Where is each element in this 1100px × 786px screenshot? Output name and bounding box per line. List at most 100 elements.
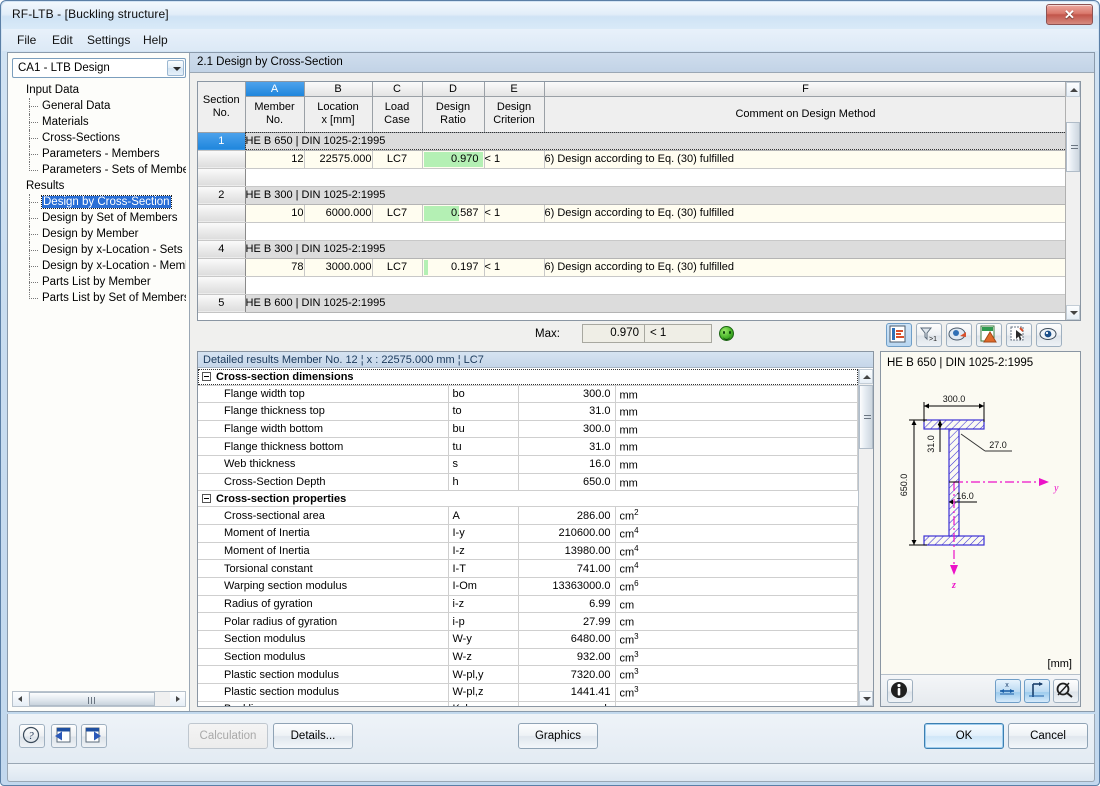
tree-item-input-data[interactable]: Input Data (12, 82, 186, 98)
scroll-left-icon[interactable] (13, 692, 28, 706)
tree-item-parts-list-by-set-of-members[interactable]: Parts List by Set of Members (12, 290, 186, 306)
table-section-row[interactable]: 5 HE B 600 | DIN 1025-2:1995 (198, 294, 1067, 313)
dimension-x-icon[interactable]: x (995, 679, 1021, 703)
next-icon[interactable] (81, 724, 107, 748)
tree-item-design-by-member[interactable]: Design by Member (12, 226, 186, 242)
detail-row[interactable]: Torsional constant I-T 741.00 cm4 (198, 559, 858, 579)
cross-section-toolbar: x (881, 674, 1080, 706)
tree-item-design-by-x-location-sets[interactable]: Design by x-Location - Sets of Members (12, 242, 186, 258)
scroll-down-icon[interactable] (859, 691, 873, 706)
tree-label: Input Data (26, 84, 80, 96)
details-button[interactable]: Details... (273, 723, 353, 749)
detail-row[interactable]: Moment of Inertia I-y 210600.00 cm4 (198, 524, 858, 543)
tree-item-parts-list-by-member[interactable]: Parts List by Member (12, 274, 186, 290)
detail-row[interactable]: Flange thickness top to 31.0 mm (198, 402, 858, 421)
view-eye-icon[interactable] (1036, 323, 1062, 347)
scrollbar-thumb[interactable] (1066, 122, 1080, 172)
detail-row[interactable]: Buckling curveKsl-zb (198, 701, 858, 706)
table-empty-row[interactable] (198, 168, 1068, 187)
tree-item-general-data[interactable]: General Data (12, 98, 186, 114)
scroll-up-icon[interactable] (859, 369, 873, 384)
export-excel-icon[interactable] (976, 323, 1002, 347)
table-empty-row[interactable] (198, 222, 1068, 241)
tree-item-design-by-x-location-members[interactable]: Design by x-Location - Members (12, 258, 186, 274)
table-vertical-scrollbar[interactable] (1065, 82, 1080, 320)
detail-label: Moment of Inertia (198, 542, 449, 561)
scroll-up-icon[interactable] (1066, 82, 1080, 97)
detail-group-row[interactable]: Cross-section dimensions (198, 369, 858, 386)
table-row[interactable]: 12 22575.000 LC7 0.970 < 1 6) Design acc… (198, 150, 1068, 169)
detail-label: Cross-sectional area (198, 506, 449, 526)
column-letter-a[interactable]: A (245, 82, 305, 97)
menu-item-settings[interactable]: Settings (82, 32, 135, 48)
menu-item-file[interactable]: File (12, 32, 41, 48)
detail-row[interactable]: Cross-sectional area A 286.00 cm2 (198, 506, 858, 526)
tree-item-parameters-members[interactable]: Parameters - Members (12, 146, 186, 162)
detail-symbol: W-y (448, 630, 519, 649)
detail-row[interactable]: Cross-Section Depth h 650.0 mm (198, 473, 858, 492)
result-diagram-icon[interactable] (886, 323, 912, 347)
design-case-combobox[interactable]: CA1 - LTB Design (12, 58, 186, 78)
close-button[interactable]: ✕ (1046, 4, 1093, 25)
tree-item-results[interactable]: Results (12, 178, 186, 194)
detail-row[interactable]: Plastic section modulus W-pl,y 7320.00 cm3 (198, 665, 858, 684)
tree-item-design-by-set-of-members[interactable]: Design by Set of Members (12, 210, 186, 226)
detail-group-row[interactable]: Cross-section properties (198, 490, 858, 508)
detail-value: 6480.00 (518, 630, 616, 649)
table-empty-row[interactable] (198, 276, 1068, 295)
cell-design-criterion: < 1 (484, 150, 545, 169)
detail-row[interactable]: Moment of Inertia I-z 13980.00 cm4 (198, 542, 858, 561)
scrollbar-thumb[interactable] (29, 692, 155, 706)
detail-row[interactable]: Plastic section modulus W-pl,z 1441.41 cm3 (198, 683, 858, 702)
detail-symbol: bu (448, 420, 519, 439)
scroll-right-icon[interactable] (170, 692, 185, 706)
tree-item-parameters-sets-of-members[interactable]: Parameters - Sets of Members (12, 162, 186, 178)
column-letter-d[interactable]: D (422, 82, 485, 97)
menu-item-edit[interactable]: Edit (47, 32, 78, 48)
column-letter-b[interactable]: B (304, 82, 373, 97)
tree-item-design-by-cross-section[interactable]: Design by Cross-Section (12, 194, 186, 210)
navigation-horizontal-scrollbar[interactable] (12, 691, 186, 707)
axes-icon[interactable] (1024, 679, 1050, 703)
cancel-button[interactable]: Cancel (1008, 723, 1088, 749)
detail-row[interactable]: Section modulus W-y 6480.00 cm3 (198, 630, 858, 649)
table-section-row[interactable]: 1 HE B 650 | DIN 1025-2:1995 (198, 132, 1067, 151)
help-icon[interactable]: ? (19, 724, 45, 748)
detail-row[interactable]: Flange thickness bottom tu 31.0 mm (198, 437, 858, 457)
column-letter-e[interactable]: E (484, 82, 545, 97)
table-row[interactable]: 10 6000.000 LC7 0.587 < 1 6) Design acco… (198, 204, 1068, 223)
graphics-button[interactable]: Graphics (518, 723, 598, 749)
detail-row[interactable]: Flange width top bo 300.0 mm (198, 385, 858, 404)
detail-row[interactable]: Web thickness s 16.0 mm (198, 455, 858, 474)
previous-icon[interactable] (51, 724, 77, 748)
table-section-row[interactable]: 2 HE B 300 | DIN 1025-2:1995 (198, 186, 1067, 205)
selection-icon[interactable] (1006, 323, 1032, 347)
column-letter-f[interactable]: F (544, 82, 1068, 97)
filter-icon[interactable]: >1 (916, 323, 942, 347)
section-name: HE B 300 | DIN 1025-2:1995 (245, 186, 1067, 205)
tree-item-cross-sections[interactable]: Cross-Sections (12, 130, 186, 146)
detail-row[interactable]: Polar radius of gyration i-p 27.99 cm (198, 612, 858, 632)
scroll-down-icon[interactable] (1066, 305, 1080, 320)
detail-row[interactable]: Warping section modulus I-Om 13363000.0 cm6 (198, 577, 858, 596)
detail-row[interactable]: Radius of gyration i-z 6.99 cm (198, 595, 858, 614)
chevron-down-icon[interactable] (167, 60, 184, 76)
detail-row[interactable]: Flange width bottom bu 300.0 mm (198, 420, 858, 439)
tree-item-materials[interactable]: Materials (12, 114, 186, 130)
visibility-icon[interactable] (946, 323, 972, 347)
detail-row[interactable]: Section modulus W-z 932.00 cm3 (198, 648, 858, 667)
menu-item-help[interactable]: Help (138, 32, 173, 48)
table-row[interactable]: 78 3000.000 LC7 0.197 < 1 6) Design acco… (198, 258, 1068, 277)
section-name: HE B 650 | DIN 1025-2:1995 (245, 132, 1067, 151)
table-section-row[interactable]: 4 HE B 300 | DIN 1025-2:1995 (198, 240, 1067, 259)
collapse-icon[interactable] (202, 494, 211, 504)
unit-exp: 4 (634, 561, 639, 571)
collapse-icon[interactable] (202, 372, 211, 381)
calculation-button[interactable]: Calculation (188, 723, 268, 749)
ok-button[interactable]: OK (924, 723, 1004, 749)
column-letter-c[interactable]: C (372, 82, 423, 97)
detail-vertical-scrollbar[interactable] (858, 369, 873, 706)
zoom-icon[interactable] (1053, 679, 1079, 703)
scrollbar-thumb[interactable] (859, 385, 873, 449)
info-icon[interactable] (887, 679, 913, 703)
